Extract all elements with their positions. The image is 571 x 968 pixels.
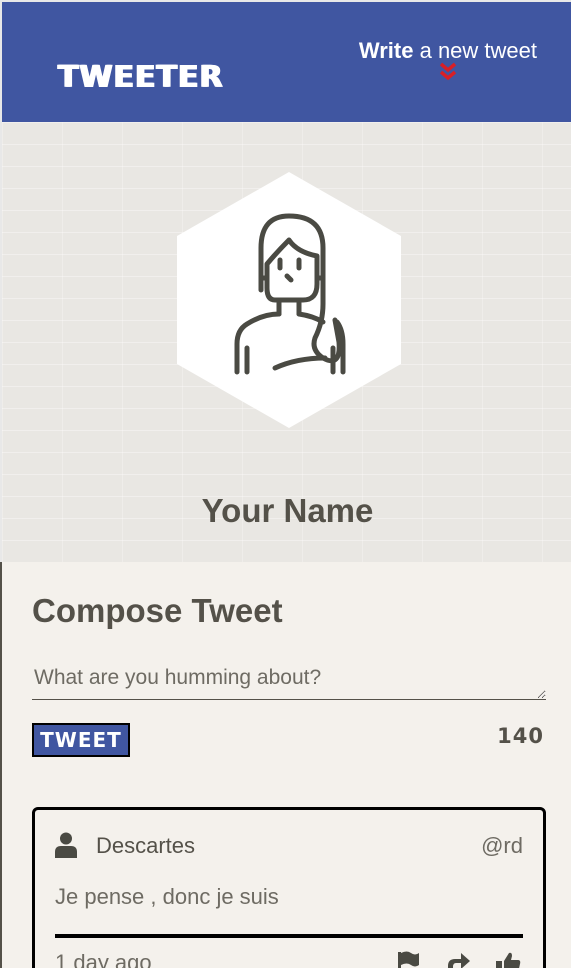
double-chevron-down-icon[interactable]	[438, 62, 458, 82]
compose-toggle-text: a new tweet	[413, 38, 537, 63]
tweet-actions	[395, 950, 521, 968]
flag-icon[interactable]	[395, 950, 421, 968]
compose-title: Compose Tweet	[32, 592, 283, 629]
tweet-submit-button[interactable]: TWEET	[32, 723, 130, 757]
tweet-author-name: Descartes	[96, 833, 196, 858]
like-icon[interactable]	[495, 950, 521, 968]
woman-avatar-icon	[177, 172, 401, 428]
compose-toggle-bold: Write	[358, 38, 414, 63]
user-icon	[55, 832, 77, 858]
compose-section: Compose Tweet TWEET 140 Descartes @rd Je…	[0, 562, 571, 968]
top-nav: TWEETER Write a new tweet	[0, 0, 571, 122]
character-counter: 140	[497, 724, 544, 748]
tweet-text-input[interactable]	[32, 662, 546, 700]
tweet-body: Je pense , donc je suis	[55, 884, 279, 909]
tweet-timestamp: 1 day ago	[55, 950, 152, 968]
retweet-icon[interactable]	[445, 950, 471, 968]
profile-header: Your Name	[0, 122, 571, 562]
tweet-divider	[55, 934, 523, 938]
tweet-author-handle: @rd	[481, 833, 523, 858]
brand-logo[interactable]: TWEETER	[58, 60, 224, 95]
user-name: Your Name	[201, 492, 374, 529]
write-new-tweet-toggle[interactable]: Write a new tweet	[359, 38, 537, 82]
tweet-card: Descartes @rd Je pense , donc je suis 1 …	[32, 807, 546, 968]
